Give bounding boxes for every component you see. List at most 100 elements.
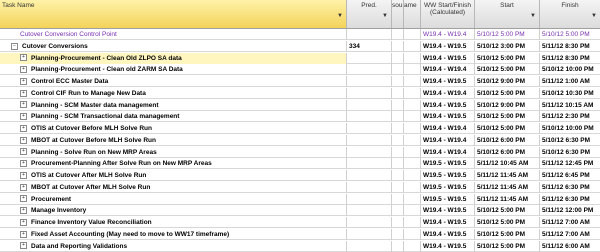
task-name-cell[interactable]: + Data and Reporting Validations [0, 240, 347, 252]
ww-cell[interactable]: W19.4 - W19.5 [421, 40, 475, 52]
source-cell[interactable] [392, 205, 404, 217]
task-name-cell[interactable]: + Finance Inventory Value Reconciliation [0, 217, 347, 228]
source-cell[interactable] [392, 228, 404, 240]
source-cell[interactable] [392, 111, 404, 123]
source-cell[interactable] [392, 87, 404, 99]
start-cell[interactable]: 5/10/12 5:00 PM [475, 64, 540, 76]
task-name-cell[interactable]: + MBOT at Cutover After MLH Solve Run [0, 181, 347, 193]
start-cell[interactable]: 5/10/12 5:00 PM [475, 111, 540, 123]
table-row[interactable]: + Planning-Procurement - Clean Old ZLPO S… [0, 52, 600, 64]
start-cell[interactable]: 5/11/12 11:45 AM [475, 193, 540, 205]
ww-cell[interactable]: W19.4 - W19.5 [421, 228, 475, 240]
start-cell[interactable]: 5/10/12 5:00 PM [475, 87, 540, 99]
name-cell[interactable] [404, 181, 421, 193]
ww-cell[interactable]: W19.4 - W19.4 [421, 87, 475, 99]
task-name-cell[interactable]: + OTIS at Cutover Before MLH Solve Run [0, 123, 347, 134]
ww-cell[interactable]: W19.4 - W19.5 [421, 52, 475, 64]
table-row[interactable]: + Planning - SCM Transactional data manag… [0, 111, 600, 123]
plus-box-icon[interactable]: + [20, 113, 27, 121]
predecessor-cell[interactable] [347, 170, 392, 181]
table-row[interactable]: + Planning - Solve Run on New MRP Areas W1… [0, 146, 600, 158]
name-cell[interactable] [404, 170, 421, 181]
table-row[interactable]: + MBOT at Cutover Before MLH Solve Run W19… [0, 134, 600, 146]
start-cell[interactable]: 5/10/12 5:00 PM [475, 217, 540, 228]
name-cell[interactable] [404, 193, 421, 205]
source-cell[interactable] [392, 217, 404, 228]
predecessor-cell[interactable] [347, 87, 392, 99]
predecessor-cell[interactable] [347, 111, 392, 123]
source-cell[interactable] [392, 29, 404, 40]
finish-cell[interactable]: 5/11/12 12:00 PM [540, 205, 600, 216]
table-row[interactable]: + Manage Inventory W19.4 - W19.5 5/10/12 5:… [0, 205, 600, 217]
name-cell[interactable] [404, 87, 421, 99]
ww-cell[interactable]: W19.5 - W19.5 [421, 193, 475, 205]
ww-cell[interactable]: W19.4 - W19.4 [421, 134, 475, 146]
task-name-cell[interactable]: + Procurement-Planning After Solve Run on… [0, 158, 347, 170]
dropdown-arrow-icon[interactable]: ▼ [591, 13, 597, 19]
start-cell[interactable]: 5/10/12 5:00 PM [475, 228, 540, 240]
ww-cell[interactable]: W19.5 - W19.5 [421, 170, 475, 181]
ww-cell[interactable]: W19.4 - W19.4 [421, 123, 475, 134]
ww-cell[interactable]: W19.4 - W19.4 [421, 146, 475, 158]
plus-box-icon[interactable]: + [20, 89, 27, 97]
name-cell[interactable] [404, 146, 421, 158]
source-cell[interactable] [392, 76, 404, 87]
predecessor-cell[interactable] [347, 52, 392, 64]
finish-cell[interactable]: 5/10/12 5:00 PM [540, 29, 600, 40]
table-row[interactable]: + Control CIF Run to Manage New Data W19.4… [0, 87, 600, 99]
source-cell[interactable] [392, 240, 404, 252]
start-cell[interactable]: 5/10/12 5:00 PM [475, 52, 540, 64]
table-row[interactable]: + Planning-Procurement - Clean old ZARM S… [0, 64, 600, 76]
name-cell[interactable] [404, 228, 421, 240]
column-header-task-name[interactable]: Task Name ▼ [0, 0, 347, 28]
table-row[interactable]: + OTIS at Cutover After MLH Solve Run W19.… [0, 170, 600, 181]
name-cell[interactable] [404, 99, 421, 111]
column-header-ww[interactable]: WW Start/Finish (Calculated) [421, 0, 475, 28]
table-row[interactable]: + MBOT at Cutover After MLH Solve Run W19.… [0, 181, 600, 193]
task-name-cell[interactable]: + Planning-Procurement - Clean old ZARM S… [0, 64, 347, 76]
column-header-source[interactable]: sou [392, 0, 404, 28]
task-name-cell[interactable]: + OTIS at Cutover After MLH Solve Run [0, 170, 347, 181]
ww-cell[interactable]: W19.5 - W19.5 [421, 181, 475, 193]
table-row[interactable]: + Control ECC Master Data W19.4 - W19.5 5/1… [0, 76, 600, 87]
finish-cell[interactable]: 5/11/12 6:45 PM [540, 170, 600, 181]
plus-box-icon[interactable]: + [20, 160, 27, 168]
dropdown-arrow-icon[interactable]: ▼ [382, 13, 388, 19]
task-name-cell[interactable]: + Procurement [0, 193, 347, 205]
plus-box-icon[interactable]: + [20, 66, 27, 74]
ww-cell[interactable]: W19.4 - W19.5 [421, 111, 475, 123]
ww-cell[interactable]: W19.4 - W19.4 [421, 64, 475, 76]
task-name-cell[interactable]: + Fixed Asset Accounting (May need to mov… [0, 228, 347, 240]
predecessor-cell[interactable] [347, 146, 392, 158]
table-row[interactable]: − Cutover Conversions 334 W19.4 - W19.5 5/10… [0, 40, 600, 52]
name-cell[interactable] [404, 40, 421, 52]
start-cell[interactable]: 5/10/12 5:00 PM [475, 205, 540, 217]
source-cell[interactable] [392, 40, 404, 52]
source-cell[interactable] [392, 99, 404, 111]
plus-box-icon[interactable]: + [20, 195, 27, 203]
name-cell[interactable] [404, 134, 421, 146]
name-cell[interactable] [404, 123, 421, 134]
task-name-cell[interactable]: + Control CIF Run to Manage New Data [0, 87, 347, 99]
finish-cell[interactable]: 5/10/12 10:30 PM [540, 88, 600, 99]
dropdown-arrow-icon[interactable]: ▼ [530, 13, 536, 19]
start-cell[interactable]: 5/10/12 3:00 PM [475, 40, 540, 52]
predecessor-cell[interactable] [347, 76, 392, 87]
finish-cell[interactable]: 5/11/12 8:30 PM [540, 53, 600, 64]
source-cell[interactable] [392, 158, 404, 170]
column-header-name[interactable]: ame [404, 0, 421, 28]
predecessor-cell[interactable] [347, 240, 392, 252]
plus-box-icon[interactable]: + [20, 136, 27, 144]
predecessor-cell[interactable] [347, 181, 392, 193]
predecessor-cell[interactable] [347, 123, 392, 134]
predecessor-cell[interactable] [347, 134, 392, 146]
plus-box-icon[interactable]: + [20, 207, 27, 215]
dropdown-arrow-icon[interactable]: ▼ [337, 13, 343, 19]
task-name-cell[interactable]: Cutover Conversion Control Point [0, 29, 347, 40]
ww-cell[interactable]: W19.4 - W19.5 [421, 217, 475, 228]
start-cell[interactable]: 5/10/12 9:00 PM [475, 76, 540, 87]
predecessor-cell[interactable] [347, 193, 392, 205]
task-name-cell[interactable]: + Manage Inventory [0, 205, 347, 217]
name-cell[interactable] [404, 158, 421, 170]
start-cell[interactable]: 5/10/12 6:00 PM [475, 134, 540, 146]
